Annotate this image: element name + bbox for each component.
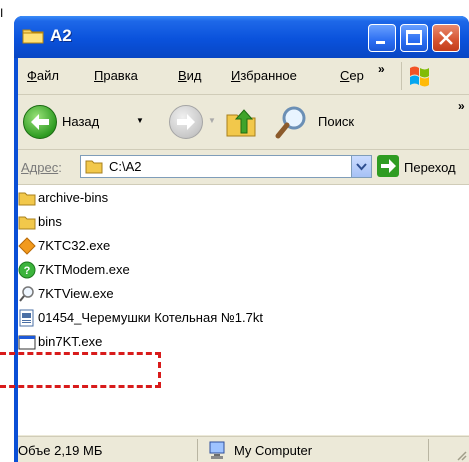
forward-button[interactable] [169,105,203,139]
computer-icon [209,441,225,459]
chevron-down-icon [356,163,367,171]
resize-grip-icon[interactable] [455,449,467,461]
forward-arrow-icon [177,114,195,130]
file-name: 7KTView.exe [38,286,114,301]
search-label[interactable]: Поиск [318,114,354,129]
close-button[interactable] [432,24,460,52]
address-bar: Адрес: C:\A2 Переход [18,150,469,185]
app-window-icon [18,335,36,350]
back-arrow-icon [31,114,49,130]
explorer-window: A2 Файл Правка Вид Избранное Сер » Назад… [14,16,469,462]
file-name: bins [38,214,62,229]
maximize-button[interactable] [400,24,428,52]
status-size-text: Объе 2,19 МБ [18,443,103,458]
folder-icon [18,192,36,206]
menu-view[interactable]: Вид [178,68,202,83]
file-name: archive-bins [38,190,109,205]
back-dropdown-icon[interactable]: ▼ [136,116,144,125]
status-bar: Объе 2,19 МБ My Computer [18,436,469,462]
window-title: A2 [50,26,72,45]
go-button[interactable] [377,155,399,177]
highlight-annotation-box [0,352,161,388]
menu-file[interactable]: Файл [27,68,59,83]
file-name: 7KTModem.exe [38,262,130,277]
minimize-icon [376,41,385,44]
orange-diamond-icon [18,237,36,255]
back-button[interactable] [23,105,57,139]
menu-service[interactable]: Сер [340,68,364,83]
magnifier-icon [19,286,34,302]
menu-favorites[interactable]: Избранное [231,68,297,83]
menu-overflow-chevron[interactable]: » [378,62,385,76]
address-input[interactable]: C:\A2 [80,155,372,178]
file-name: 7KTC32.exe [38,238,111,253]
document-icon [19,309,34,327]
address-path: C:\A2 [109,159,142,174]
file-name: 01454_Черемушки Котельная №1.7kt [38,310,263,325]
file-name: bin7KT.exe [38,334,103,349]
green-question-icon: ? [18,261,36,279]
status-divider [197,439,198,461]
go-label[interactable]: Переход [404,160,456,175]
stray-text: I [0,6,4,20]
window-client-area: Файл Правка Вид Избранное Сер » Назад ▼ [18,58,469,462]
close-icon [439,31,453,45]
forward-dropdown-icon[interactable]: ▼ [208,116,216,125]
address-dropdown-button[interactable] [351,156,371,177]
folder-icon [22,29,44,44]
go-arrow-icon [381,159,396,173]
search-icon[interactable] [274,103,312,141]
toolbar-overflow-chevron[interactable]: » [458,99,465,113]
file-list: archive-bins bins 7KTC32.exe ? 7KTModem.… [18,185,469,435]
svg-text:?: ? [24,265,31,277]
maximize-icon [406,30,422,45]
menu-edit[interactable]: Правка [94,68,138,83]
folder-icon [18,216,36,230]
folder-up-icon[interactable] [224,105,258,139]
back-label[interactable]: Назад [62,114,99,129]
toolbar: Назад ▼ ▼ Поиск » [18,95,469,150]
address-label: Адрес: [21,160,62,175]
title-bar[interactable]: A2 [14,16,469,58]
status-divider [428,439,429,461]
folder-icon [85,160,103,174]
minimize-button[interactable] [368,24,396,52]
menu-bar: Файл Правка Вид Избранное Сер » [18,58,469,95]
windows-logo-icon [401,62,436,90]
status-location: My Computer [234,443,313,458]
